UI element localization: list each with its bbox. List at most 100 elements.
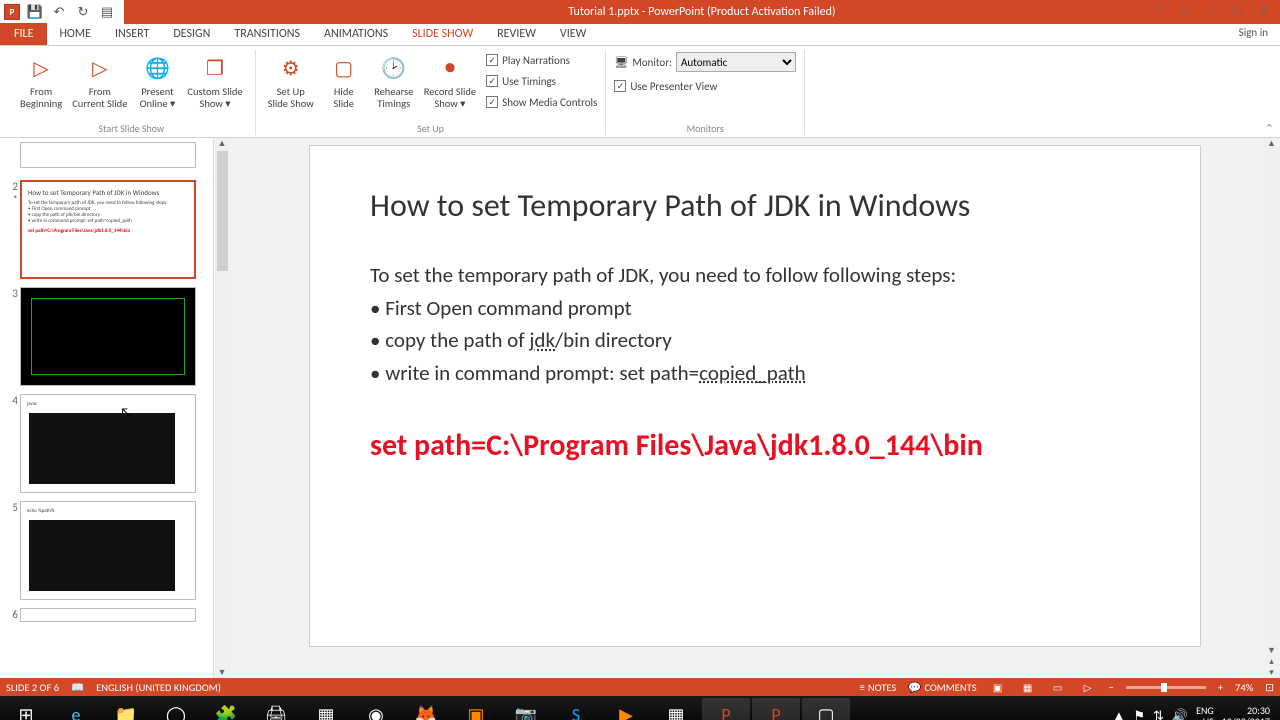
thumb-slide-4[interactable]: 4javac: [6, 394, 211, 493]
scroll-up-icon[interactable]: ▲: [1267, 138, 1276, 149]
tab-view[interactable]: VIEW: [548, 23, 598, 45]
action-center-icon[interactable]: ⚑: [1133, 709, 1145, 720]
tab-transitions[interactable]: TRANSITIONS: [222, 23, 312, 45]
ribbon-tabs: FILE HOME INSERT DESIGN TRANSITIONS ANIM…: [0, 24, 1280, 46]
thumb-slide-2[interactable]: 2* How to set Temporary Path of JDK in W…: [6, 180, 211, 279]
language-status[interactable]: ENGLISH (UNITED KINGDOM): [96, 681, 221, 694]
sign-in-link[interactable]: Sign in: [1239, 26, 1268, 39]
network-icon[interactable]: ⇅: [1153, 709, 1164, 720]
maximize-icon[interactable]: ☐: [1226, 0, 1250, 20]
save-icon[interactable]: 💾: [26, 3, 44, 21]
hp-icon[interactable]: 🖨: [252, 698, 300, 720]
ie-icon[interactable]: e: [52, 698, 100, 720]
setup-label: Set Up Slide Show: [268, 86, 314, 110]
play-icon: ▷: [84, 52, 116, 84]
undo-icon[interactable]: ↶: [50, 3, 68, 21]
slide-number: 6: [6, 608, 20, 618]
scroll-handle[interactable]: [217, 151, 228, 271]
scroll-up-icon[interactable]: ▲: [218, 138, 227, 149]
canvas-scrollbar[interactable]: ▲ ▼▴▾: [1263, 138, 1280, 678]
slideshow-view-icon[interactable]: ▷: [1079, 680, 1097, 694]
fit-to-window-icon[interactable]: ⊡: [1265, 681, 1274, 694]
obs-icon[interactable]: ◯: [152, 698, 200, 720]
app-icon[interactable]: 🧩: [202, 698, 250, 720]
scroll-down-icon[interactable]: ▼: [218, 667, 227, 678]
normal-view-icon[interactable]: ▣: [989, 680, 1007, 694]
record-icon: ⏺: [434, 52, 466, 84]
tab-insert[interactable]: INSERT: [103, 23, 161, 45]
title-bar: P 💾 ↶ ↻ ▤ Tutorial 1.pptx - PowerPoint (…: [0, 0, 1280, 24]
zoom-in-icon[interactable]: +: [1218, 681, 1223, 694]
zoom-percent[interactable]: 74%: [1235, 681, 1253, 694]
vlc-icon[interactable]: ▶: [602, 698, 650, 720]
show-media-label: Show Media Controls: [502, 96, 597, 109]
start-button[interactable]: ⊞: [2, 698, 50, 720]
cursor-icon: ↖: [120, 404, 132, 421]
record-button[interactable]: ⏺Record Slide Show ▾: [420, 50, 480, 112]
ribbon-display-icon[interactable]: ▭: [1174, 0, 1198, 20]
zoom-slider[interactable]: [1126, 686, 1206, 689]
collapse-ribbon-icon[interactable]: ⌃: [1265, 122, 1274, 135]
hide-label: Hide Slide: [334, 86, 354, 110]
app-icon[interactable]: ▦: [652, 698, 700, 720]
thumb-slide-1-partial[interactable]: [6, 142, 211, 172]
hide-slide-button[interactable]: ▢Hide Slide: [320, 50, 368, 112]
rehearse-button[interactable]: 🕑Rehearse Timings: [370, 50, 418, 112]
monitor-select[interactable]: Automatic: [676, 52, 796, 72]
from-current-button[interactable]: ▷From Current Slide: [68, 50, 131, 112]
slide-counter: SLIDE 2 OF 6: [6, 681, 59, 694]
use-timings-check[interactable]: ✓Use Timings: [486, 71, 597, 91]
prev-slide-icon[interactable]: ▴: [1269, 656, 1274, 667]
volume-icon[interactable]: 🔊: [1172, 709, 1188, 720]
window-title: Tutorial 1.pptx - PowerPoint (Product Ac…: [124, 0, 1280, 24]
tray-up-icon[interactable]: ▲: [1112, 708, 1125, 720]
tab-animations[interactable]: ANIMATIONS: [312, 23, 400, 45]
play-narrations-check[interactable]: ✓Play Narrations: [486, 50, 597, 70]
minimize-icon[interactable]: —: [1200, 0, 1224, 20]
record-label: Record Slide Show ▾: [424, 86, 476, 110]
start-from-beginning-icon[interactable]: ▤: [98, 3, 116, 21]
next-slide-icon[interactable]: ▾: [1269, 667, 1274, 678]
netbeans-icon[interactable]: ▦: [302, 698, 350, 720]
tab-file[interactable]: FILE: [0, 23, 47, 45]
close-icon[interactable]: ✕: [1252, 0, 1276, 20]
firefox-icon[interactable]: 🦊: [402, 698, 450, 720]
sorter-view-icon[interactable]: ▦: [1019, 680, 1037, 694]
mini-red: set path=C:\Program Files\Java\jdk1.8.0_…: [28, 228, 188, 234]
thumb-slide-3[interactable]: 3: [6, 287, 211, 386]
comments-button[interactable]: 💬COMMENTS: [908, 681, 976, 694]
ppt-icon[interactable]: P: [752, 698, 800, 720]
explorer-icon[interactable]: 📁: [102, 698, 150, 720]
ppt-icon[interactable]: P: [702, 698, 750, 720]
use-timings-label: Use Timings: [502, 75, 556, 88]
thumb-slide-5[interactable]: 5echo %path%: [6, 501, 211, 600]
zoom-out-icon[interactable]: −: [1109, 681, 1114, 694]
show-media-check[interactable]: ✓Show Media Controls: [486, 92, 597, 112]
system-tray[interactable]: ▲ ⚑ ⇅ 🔊 ENGUS 20:3013/09/2017: [1112, 705, 1278, 720]
app-icon[interactable]: 📷: [502, 698, 550, 720]
cmd-icon[interactable]: ▢: [802, 698, 850, 720]
custom-show-button[interactable]: ❐Custom Slide Show ▾: [183, 50, 246, 112]
spellcheck-icon[interactable]: 📖: [71, 681, 84, 694]
present-online-button[interactable]: 🌐Present Online ▾: [133, 50, 181, 112]
tab-slideshow[interactable]: SLIDE SHOW: [400, 23, 485, 45]
chrome-icon[interactable]: ◉: [352, 698, 400, 720]
thumb-slide-6-partial[interactable]: 6: [6, 608, 211, 618]
thumbs-scrollbar[interactable]: ▲▼: [213, 138, 230, 678]
from-beginning-button[interactable]: ▷From Beginning: [16, 50, 66, 112]
skype-icon[interactable]: S: [552, 698, 600, 720]
tab-design[interactable]: DESIGN: [161, 23, 222, 45]
setup-show-button[interactable]: ⚙Set Up Slide Show: [264, 50, 318, 112]
reading-view-icon[interactable]: ▭: [1049, 680, 1067, 694]
scroll-down-icon[interactable]: ▼: [1267, 645, 1276, 656]
app-icon[interactable]: ▣: [452, 698, 500, 720]
tab-home[interactable]: HOME: [47, 23, 103, 45]
play-icon: ▷: [25, 52, 57, 84]
monitor-icon: 🖥: [614, 56, 628, 69]
notes-button[interactable]: ≡NOTES: [860, 681, 897, 694]
presenter-view-check[interactable]: ✓Use Presenter View: [614, 76, 796, 96]
help-icon[interactable]: ?: [1148, 0, 1172, 20]
redo-icon[interactable]: ↻: [74, 3, 92, 21]
tab-review[interactable]: REVIEW: [485, 23, 548, 45]
slide-canvas[interactable]: How to set Temporary Path of JDK in Wind…: [310, 146, 1200, 646]
